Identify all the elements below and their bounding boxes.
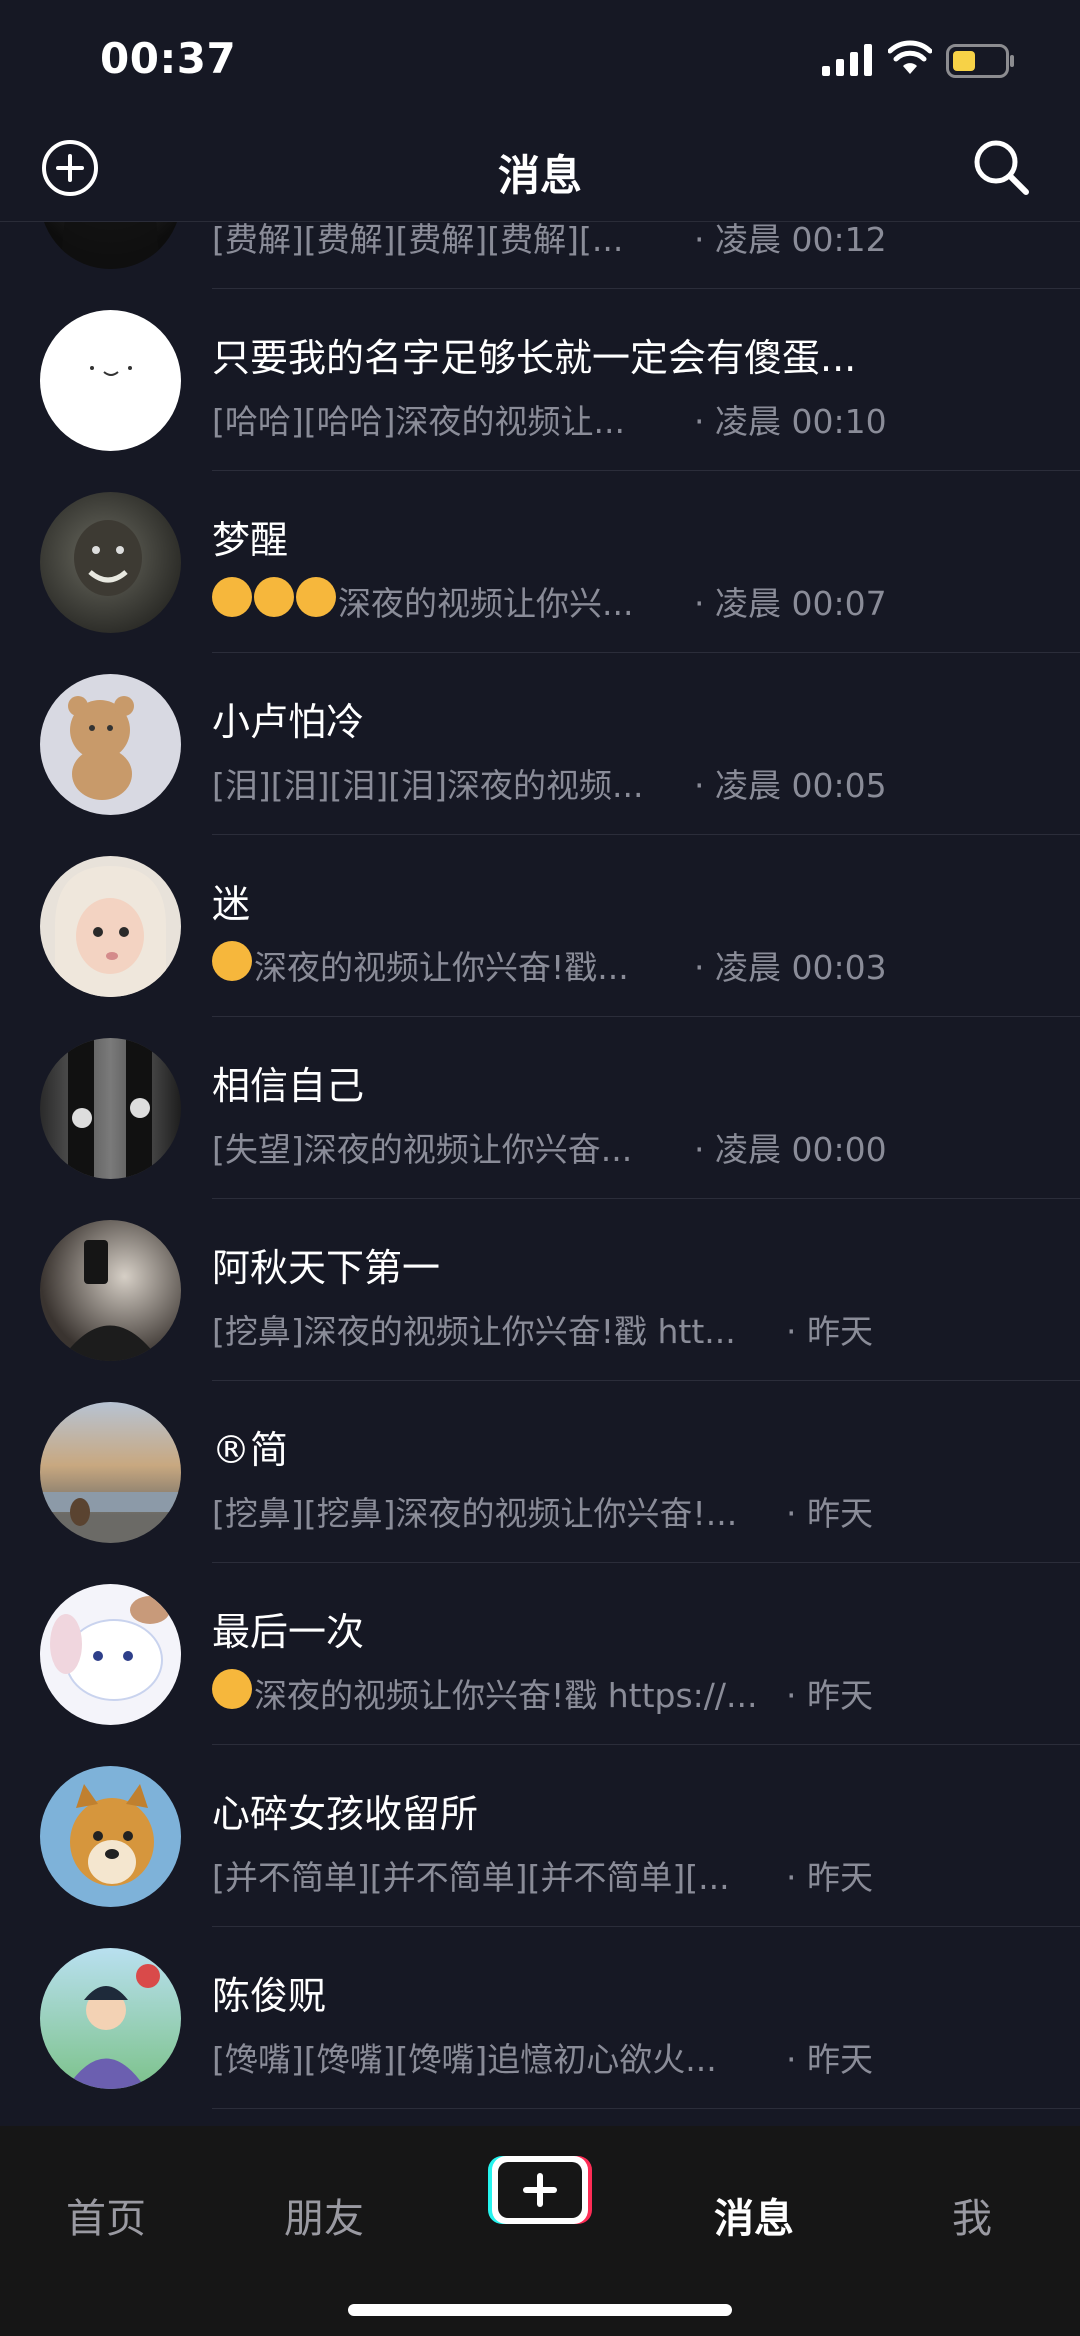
conversation-item[interactable]: ®简 [挖鼻][挖鼻]深夜的视频让你兴奋!... · 昨天	[0, 1381, 1080, 1563]
conversation-item[interactable]: 相信自己 [失望]深夜的视频让你兴奋... · 凌晨 00:00	[0, 1017, 1080, 1199]
home-indicator	[348, 2304, 732, 2316]
conversation-item[interactable]: 心碎女孩收留所 [并不简单][并不简单][并不简单][... · 昨天	[0, 1745, 1080, 1927]
kissing-emoji-icon	[212, 941, 252, 981]
conversation-name: 梦醒	[212, 518, 289, 562]
conversation-item[interactable]: 小卢怕冷 [泪][泪][泪][泪]深夜的视频... · 凌晨 00:05	[0, 653, 1080, 835]
tab-messages[interactable]: 消息	[714, 2186, 794, 2244]
conversation-item[interactable]: [费解][费解][费解][费解][... · 凌晨 00:12	[0, 222, 1080, 289]
message-time: · 凌晨 00:10	[694, 402, 887, 441]
conversation-item[interactable]: 最后一次 深夜的视频让你兴奋!戳 https://... · 昨天	[0, 1563, 1080, 1745]
avatar	[40, 856, 181, 997]
avatar	[40, 1038, 181, 1179]
conversation-item[interactable]: 阿秋天下第一 [挖鼻]深夜的视频让你兴奋!戳 htt... · 昨天	[0, 1199, 1080, 1381]
message-preview: [挖鼻]深夜的视频让你兴奋!戳 htt...	[212, 1312, 736, 1351]
conversation-name: 心碎女孩收留所	[212, 1792, 479, 1836]
avatar	[40, 222, 181, 269]
message-preview: [失望]深夜的视频让你兴奋...	[212, 1130, 633, 1169]
conversation-item[interactable]: 只要我的名字足够长就一定会有傻蛋... [哈哈][哈哈]深夜的视频让... · …	[0, 289, 1080, 471]
message-preview: [馋嘴][馋嘴][馋嘴]追憶初心欲火...	[212, 2040, 717, 2079]
avatar	[40, 674, 181, 815]
message-preview: [费解][费解][费解][费解][...	[212, 222, 624, 259]
wifi-icon	[888, 40, 932, 74]
message-preview: 深夜的视频让你兴...	[212, 577, 633, 625]
conversation-item[interactable]: 梦醒 深夜的视频让你兴... · 凌晨 00:07	[0, 471, 1080, 653]
conversation-name: 小卢怕冷	[212, 700, 365, 744]
conversation-name: 最后一次	[212, 1610, 365, 1654]
message-preview: [挖鼻][挖鼻]深夜的视频让你兴奋!...	[212, 1494, 738, 1533]
signal-icon	[822, 44, 872, 76]
message-time: · 昨天	[786, 1676, 873, 1715]
avatar	[40, 1948, 181, 2089]
heart-eyes-emoji-icon	[254, 577, 294, 617]
avatar	[40, 1220, 181, 1361]
tab-friends[interactable]: 朋友	[284, 2186, 364, 2244]
message-preview: [并不简单][并不简单][并不简单][...	[212, 1858, 730, 1897]
header: 消息	[0, 122, 1080, 222]
message-time: · 凌晨 00:03	[694, 948, 887, 987]
conversation-name: ®简	[212, 1428, 289, 1472]
conversation-name: 阿秋天下第一	[212, 1246, 441, 1290]
message-preview: [泪][泪][泪][泪]深夜的视频...	[212, 766, 644, 805]
heart-eyes-emoji-icon	[296, 577, 336, 617]
sleepy-emoji-icon	[212, 1669, 252, 1709]
avatar	[40, 492, 181, 633]
avatar	[40, 1402, 181, 1543]
battery-icon	[946, 44, 1014, 78]
publish-button[interactable]	[488, 2154, 592, 2226]
conversation-name: 迷	[212, 882, 251, 926]
message-time: · 昨天	[786, 1494, 873, 1533]
status-bar: 00:37	[0, 0, 1080, 122]
tab-home[interactable]: 首页	[66, 2186, 146, 2244]
conversation-name: 相信自己	[212, 1064, 365, 1108]
message-time: · 凌晨 00:05	[694, 766, 887, 805]
message-time: · 昨天	[786, 2040, 873, 2079]
search-icon[interactable]	[970, 136, 1032, 198]
avatar	[40, 1766, 181, 1907]
heart-eyes-emoji-icon	[212, 577, 252, 617]
tab-bar: 首页 朋友 消息 我	[0, 2126, 1080, 2336]
page-title: 消息	[497, 151, 582, 200]
divider	[212, 2108, 1080, 2109]
message-preview: 深夜的视频让你兴奋!戳 https://...	[212, 1669, 754, 1717]
message-time: · 昨天	[786, 1858, 873, 1897]
message-time: · 凌晨 00:07	[694, 584, 887, 623]
conversation-name: 只要我的名字足够长就一定会有傻蛋...	[212, 336, 857, 380]
avatar	[40, 310, 181, 451]
message-time: · 凌晨 00:12	[694, 222, 887, 259]
screen: 00:37 消息 [费解][费解][费解][费解][... · 凌晨 00:12…	[0, 0, 1080, 2336]
tab-me[interactable]: 我	[952, 2186, 992, 2244]
conversation-item[interactable]: 陈俊贶 [馋嘴][馋嘴][馋嘴]追憶初心欲火... · 昨天	[0, 1927, 1080, 2109]
message-time: · 昨天	[786, 1312, 873, 1351]
message-time: · 凌晨 00:00	[694, 1130, 887, 1169]
avatar	[40, 1584, 181, 1725]
conversation-item[interactable]: 迷 深夜的视频让你兴奋!戳... · 凌晨 00:03	[0, 835, 1080, 1017]
message-preview: [哈哈][哈哈]深夜的视频让...	[212, 402, 625, 441]
conversation-list[interactable]: [费解][费解][费解][费解][... · 凌晨 00:12 只要我的名字足够…	[0, 222, 1080, 2126]
message-preview: 深夜的视频让你兴奋!戳...	[212, 941, 629, 989]
status-time: 00:37	[100, 34, 237, 83]
conversation-name: 陈俊贶	[212, 1974, 327, 2018]
